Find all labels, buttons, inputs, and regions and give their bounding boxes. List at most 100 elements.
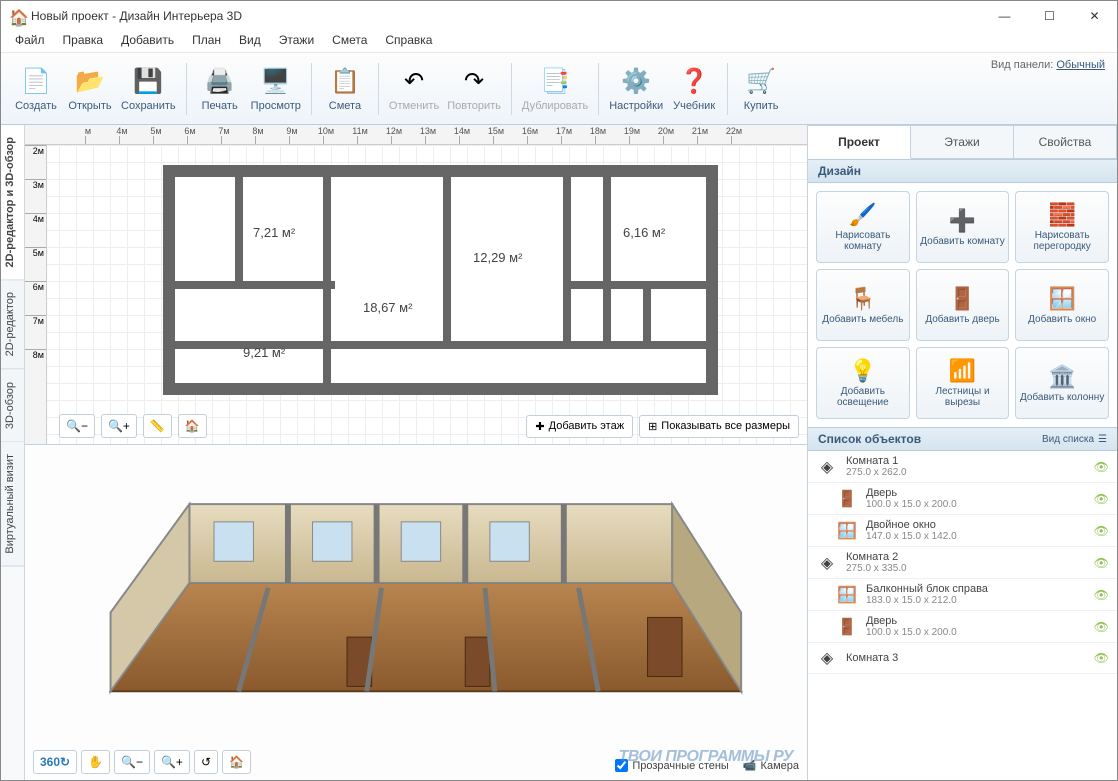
main-toolbar: 📄Создать📂Открыть💾Сохранить🖨️Печать🖥️Прос… [1,53,1117,125]
reset-3d-button[interactable]: ↺ [194,750,218,774]
camera-button[interactable]: 📹 Камера [743,759,799,772]
menu-Правка[interactable]: Правка [55,31,112,52]
rp-tab-Проект[interactable]: Проект [808,125,911,159]
Купить-icon: 🛒 [745,66,777,98]
view-tabs: 2D-редактор и 3D-обзор2D-редактор3D-обзо… [1,125,25,780]
design-Добавить освещение[interactable]: 💡Добавить освещение [816,347,910,419]
vtab-1[interactable]: 2D-редактор [1,280,24,369]
design-Добавить комнату[interactable]: ➕Добавить комнату [916,191,1010,263]
ruler-vertical: 2м3м4м5м6м7м8м [25,145,47,444]
panel-mode-label: Вид панели: Обычный [991,59,1105,71]
Создать-icon: 📄 [20,66,52,98]
menu-Этажи[interactable]: Этажи [271,31,322,52]
rotate-360-button[interactable]: 360↻ [33,750,77,774]
toolbar-Создать[interactable]: 📄Создать [9,62,63,116]
toolbar-Открыть[interactable]: 📂Открыть [63,62,117,116]
zoom-in-3d-button[interactable]: 🔍+ [154,750,190,774]
close-button[interactable]: ✕ [1072,1,1117,31]
design-Добавить окно[interactable]: 🪟Добавить окно [1015,269,1109,341]
home-3d-button[interactable]: 🏠 [222,750,251,774]
Сохранить-icon: 💾 [132,66,164,98]
object-item[interactable]: ◈Комната 2275.0 x 335.0👁 [808,547,1117,579]
object-item[interactable]: 🪟Балконный блок справа183.0 x 15.0 x 212… [808,579,1117,611]
Повторить-icon: ↷ [458,66,490,98]
menu-Файл[interactable]: Файл [7,31,53,52]
room-label: 12,29 м² [473,250,522,265]
Учебник-icon: ❓ [678,66,710,98]
zoom-out-3d-button[interactable]: 🔍− [114,750,150,774]
design-Лестницы и вырезы[interactable]: 📶Лестницы и вырезы [916,347,1010,419]
window-title: Новый проект - Дизайн Интерьера 3D [31,9,242,23]
menu-План[interactable]: План [184,31,229,52]
app-icon: 🏠 [9,8,25,24]
design-Нарисовать комнату[interactable]: 🖌️Нарисовать комнату [816,191,910,263]
Настройки-icon: ⚙️ [620,66,652,98]
zoom-in-button[interactable]: 🔍+ [101,414,137,438]
objects-section-header: Список объектов Вид списка ☰ [808,427,1117,451]
visibility-icon[interactable]: 👁 [1094,556,1109,570]
object-item[interactable]: 🪟Двойное окно147.0 x 15.0 x 142.0👁 [808,515,1117,547]
measure-button[interactable]: 📏 [143,414,172,438]
right-panel: ПроектЭтажиСвойства Дизайн 🖌️Нарисовать … [807,125,1117,780]
toolbar-Повторить: ↷Повторить [443,62,505,116]
menu-Смета[interactable]: Смета [324,31,375,52]
toolbar-Учебник[interactable]: ❓Учебник [667,62,721,116]
visibility-icon[interactable]: 👁 [1094,460,1109,474]
visibility-icon[interactable]: 👁 [1094,651,1109,665]
maximize-button[interactable]: ☐ [1027,1,1072,31]
menu-Добавить[interactable]: Добавить [113,31,182,52]
rp-tab-Свойства[interactable]: Свойства [1014,125,1117,159]
ruler-horizontal [25,125,807,145]
vtab-0[interactable]: 2D-редактор и 3D-обзор [1,125,24,280]
panel-mode-link[interactable]: Обычный [1056,59,1105,71]
Дублировать-icon: 📑 [539,66,571,98]
home-button[interactable]: 🏠 [178,414,207,438]
toolbar-Смета[interactable]: 📋Смета [318,62,372,116]
Отменить-icon: ↶ [398,66,430,98]
toolbar-Сохранить[interactable]: 💾Сохранить [117,62,180,116]
3d-view[interactable]: 360↻ ✋ 🔍− 🔍+ ↺ 🏠 Прозрачные стены 📹 Каме… [25,445,807,780]
visibility-icon[interactable]: 👁 [1094,524,1109,538]
design-Добавить колонну[interactable]: 🏛️Добавить колонну [1015,347,1109,419]
rp-tab-Этажи[interactable]: Этажи [911,125,1014,159]
visibility-icon[interactable]: 👁 [1094,588,1109,602]
toolbar-Просмотр[interactable]: 🖥️Просмотр [247,62,305,116]
toolbar-Печать[interactable]: 🖨️Печать [193,62,247,116]
workspace: 2м3м4м5м6м7м8м 7,21 м²12,29 м²6,16 м²18,… [25,125,807,780]
floorplan[interactable]: 7,21 м²12,29 м²6,16 м²18,67 м²9,21 м² [163,165,718,395]
design-Добавить дверь[interactable]: 🚪Добавить дверь [916,269,1010,341]
menu-Справка[interactable]: Справка [377,31,440,52]
room-label: 6,16 м² [623,225,665,240]
menubar: ФайлПравкаДобавитьПланВидЭтажиСметаСправ… [1,31,1117,53]
object-item[interactable]: ◈Комната 1275.0 x 262.0👁 [808,451,1117,483]
Открыть-icon: 📂 [74,66,106,98]
pan-button[interactable]: ✋ [81,750,110,774]
zoom-out-button[interactable]: 🔍− [59,414,95,438]
list-mode-button[interactable]: Вид списка ☰ [1042,434,1107,445]
toolbar-Дублировать: 📑Дублировать [518,62,592,116]
object-item[interactable]: 🚪Дверь100.0 x 15.0 x 200.0👁 [808,483,1117,515]
2d-toolbar: 🔍− 🔍+ 📏 🏠 [59,414,207,438]
2d-view[interactable]: 2м3м4м5м6м7м8м 7,21 м²12,29 м²6,16 м²18,… [25,145,807,445]
Смета-icon: 📋 [329,66,361,98]
Печать-icon: 🖨️ [204,66,236,98]
object-item[interactable]: 🚪Дверь100.0 x 15.0 x 200.0👁 [808,611,1117,643]
vtab-3[interactable]: Виртуальный визит [1,442,24,567]
show-dims-button[interactable]: ⊞ Показывать все размеры [639,415,799,438]
design-Нарисовать перегородку[interactable]: 🧱Нарисовать перегородку [1015,191,1109,263]
room-label: 9,21 м² [243,345,285,360]
toolbar-Отменить: ↶Отменить [385,62,443,116]
toolbar-Настройки[interactable]: ⚙️Настройки [605,62,667,116]
visibility-icon[interactable]: 👁 [1094,492,1109,506]
minimize-button[interactable]: — [982,1,1027,31]
toolbar-Купить[interactable]: 🛒Купить [734,62,788,116]
visibility-icon[interactable]: 👁 [1094,620,1109,634]
transparent-walls-checkbox[interactable]: Прозрачные стены [615,759,728,772]
vtab-2[interactable]: 3D-обзор [1,370,24,442]
design-Добавить мебель[interactable]: 🪑Добавить мебель [816,269,910,341]
Просмотр-icon: 🖥️ [260,66,292,98]
menu-Вид[interactable]: Вид [231,31,269,52]
add-floor-button[interactable]: ✚ Добавить этаж [526,415,633,438]
room-label: 18,67 м² [363,300,412,315]
object-item[interactable]: ◈Комната 3👁 [808,643,1117,674]
